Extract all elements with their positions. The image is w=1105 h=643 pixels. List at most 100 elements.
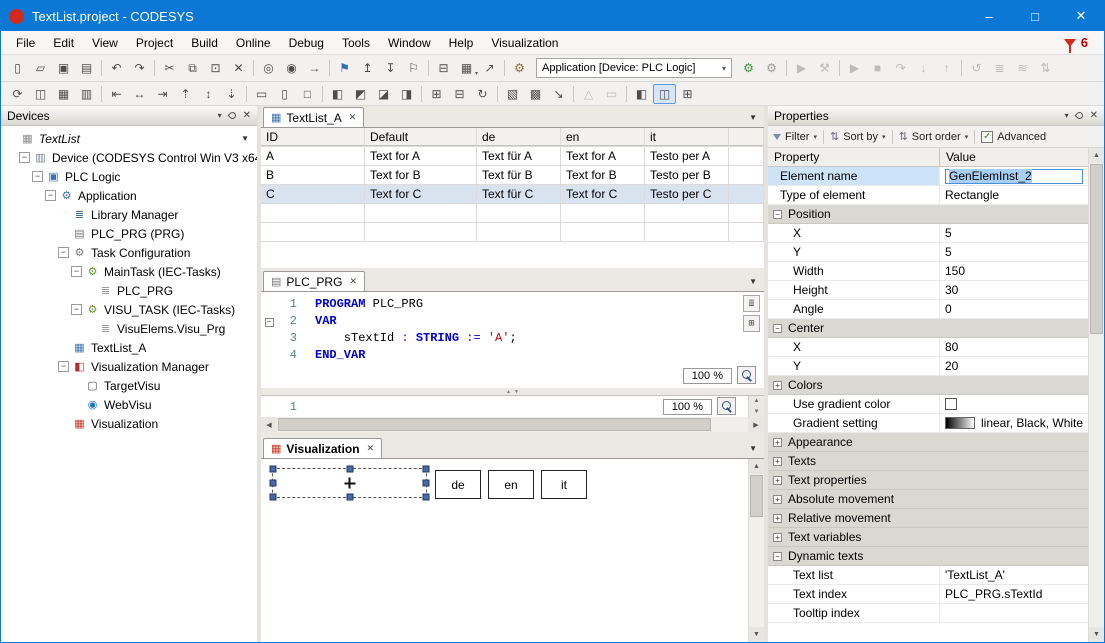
- next-bookmark-icon[interactable]: ↧: [379, 58, 402, 78]
- minimize-button[interactable]: –: [966, 1, 1012, 31]
- scroll-right-icon[interactable]: ▶: [748, 417, 764, 432]
- property-group-absolute-movement[interactable]: +Absolute movement: [768, 490, 1088, 509]
- new-project-icon[interactable]: ▯: [6, 58, 29, 78]
- redo-icon[interactable]: ↷: [128, 58, 151, 78]
- tree-item-library-manager[interactable]: ≣Library Manager: [1, 205, 257, 224]
- tab-list-caret-icon[interactable]: ▼: [749, 113, 757, 122]
- code-line-3[interactable]: 3 sTextId : STRING := 'A';: [261, 329, 764, 346]
- tab-close-icon[interactable]: ✕: [367, 443, 375, 454]
- body-editor-scrollbar[interactable]: ▲ ▼: [748, 396, 764, 417]
- selection-handle[interactable]: [270, 466, 277, 473]
- collapse-icon[interactable]: −: [773, 552, 782, 561]
- cell[interactable]: [561, 223, 645, 241]
- layout-single-icon[interactable]: ◧: [630, 84, 653, 104]
- scroll-down-icon[interactable]: ▼: [749, 407, 764, 418]
- active-application-combo[interactable]: Application [Device: PLC Logic]▾: [536, 58, 732, 78]
- textlist-row-b[interactable]: BText for BText für BText for BTesto per…: [261, 166, 764, 185]
- textlist-row-c[interactable]: CText for CText für CText for CTesto per…: [261, 185, 764, 204]
- property-value[interactable]: [940, 395, 1088, 413]
- layout-split-icon[interactable]: ◫: [653, 84, 676, 104]
- find-next-icon[interactable]: →: [303, 58, 326, 78]
- menu-file[interactable]: File: [7, 32, 44, 54]
- compile-icon[interactable]: ⚙: [737, 58, 760, 78]
- property-column-header[interactable]: Property: [768, 148, 940, 166]
- editor-horizontal-scrollbar[interactable]: ◀ ▶: [261, 417, 764, 432]
- cell[interactable]: C: [261, 185, 365, 203]
- print-icon[interactable]: ▤: [75, 58, 98, 78]
- scroll-up-icon[interactable]: ▲: [1089, 148, 1104, 163]
- advanced-label[interactable]: Advanced: [997, 131, 1046, 143]
- close-button[interactable]: ✕: [1058, 1, 1104, 31]
- filter-icon[interactable]: [773, 134, 781, 140]
- maximize-button[interactable]: □: [1012, 1, 1058, 31]
- expand-icon[interactable]: +: [773, 457, 782, 466]
- cell[interactable]: Text for A: [561, 147, 645, 165]
- property-row-gradient-setting[interactable]: Gradient settinglinear, Black, White: [768, 414, 1088, 433]
- expand-icon[interactable]: +: [773, 533, 782, 542]
- property-row-angle[interactable]: Angle0: [768, 300, 1088, 319]
- tree-item-plc-prg[interactable]: ≣PLC_PRG: [1, 281, 257, 300]
- sort-order-icon[interactable]: ⇅: [899, 130, 908, 143]
- property-value[interactable]: [940, 604, 1088, 622]
- menu-view[interactable]: View: [83, 32, 127, 54]
- scroll-up-icon[interactable]: ▲: [749, 396, 764, 407]
- property-row-y[interactable]: Y20: [768, 357, 1088, 376]
- tab-plc-prg[interactable]: ▤ PLC_PRG ✕: [263, 271, 365, 291]
- collapse-icon[interactable]: −: [58, 247, 69, 258]
- align-vertical-center-icon[interactable]: ↕: [197, 84, 220, 104]
- visualization-canvas[interactable]: deenit ▲ ▼: [261, 458, 764, 642]
- cell[interactable]: [645, 204, 729, 222]
- update-visualization-icon[interactable]: ⟳: [6, 84, 29, 104]
- tab-textlist-a[interactable]: ▦ TextList_A ✕: [263, 107, 364, 127]
- same-height-icon[interactable]: ▯: [273, 84, 296, 104]
- advanced-checkbox[interactable]: ✓: [981, 131, 993, 143]
- property-row-x[interactable]: X5: [768, 224, 1088, 243]
- selection-handle[interactable]: [423, 466, 430, 473]
- selection-handle[interactable]: [346, 466, 353, 473]
- grid-settings-icon[interactable]: ▩: [524, 84, 547, 104]
- filter-label[interactable]: Filter: [785, 131, 809, 143]
- rotation-anchor-icon[interactable]: [344, 478, 355, 489]
- scrollbar-thumb[interactable]: [750, 475, 763, 517]
- cell[interactable]: [561, 204, 645, 222]
- group-elements-icon[interactable]: ⊞: [425, 84, 448, 104]
- tabular-view-icon[interactable]: ⊞: [743, 315, 760, 332]
- hotkeys-configuration-icon[interactable]: ▥: [75, 84, 98, 104]
- insert-element-icon[interactable]: ⊟: [432, 58, 455, 78]
- find-icon[interactable]: ◎: [257, 58, 280, 78]
- fold-collapse-icon[interactable]: −: [265, 318, 274, 327]
- clear-bookmarks-icon[interactable]: ⚐: [402, 58, 425, 78]
- cell[interactable]: [645, 223, 729, 241]
- selection-handle[interactable]: [270, 494, 277, 501]
- panel-menu-caret-icon[interactable]: ▾: [218, 111, 222, 120]
- menu-project[interactable]: Project: [127, 32, 182, 54]
- tab-close-icon[interactable]: ✕: [349, 112, 357, 123]
- editor-zoom-level[interactable]: 100 %: [683, 368, 732, 384]
- cell[interactable]: Text für B: [477, 166, 561, 184]
- property-value[interactable]: linear, Black, White: [940, 414, 1088, 432]
- paste-icon[interactable]: ⊡: [204, 58, 227, 78]
- align-left-icon[interactable]: ⇤: [105, 84, 128, 104]
- selection-handle[interactable]: [423, 480, 430, 487]
- save-project-icon[interactable]: ▣: [52, 58, 75, 78]
- menu-build[interactable]: Build: [182, 32, 227, 54]
- property-row-height[interactable]: Height30: [768, 281, 1088, 300]
- tree-item-visuelems-visu-prg[interactable]: ≣VisuElems.Visu_Prg: [1, 319, 257, 338]
- code-line-1[interactable]: 1PROGRAM PLC_PRG: [261, 295, 764, 312]
- selection-handle[interactable]: [346, 494, 353, 501]
- property-group-dynamic-texts[interactable]: −Dynamic texts: [768, 547, 1088, 566]
- column-header-it[interactable]: it: [645, 128, 729, 146]
- menu-visualization[interactable]: Visualization: [482, 32, 567, 54]
- property-value[interactable]: 80: [940, 338, 1088, 356]
- cell[interactable]: B: [261, 166, 365, 184]
- scrollbar-track[interactable]: [1089, 335, 1104, 627]
- scroll-down-icon[interactable]: ▼: [1089, 627, 1104, 642]
- code-line-4[interactable]: 4END_VAR: [261, 346, 764, 363]
- interface-editor-icon[interactable]: ▦: [52, 84, 75, 104]
- cell[interactable]: [261, 204, 365, 222]
- align-horizontal-center-icon[interactable]: ↔: [128, 84, 151, 104]
- properties-vertical-scrollbar[interactable]: ▲ ▼: [1088, 148, 1104, 642]
- panel-close-icon[interactable]: ✕: [1090, 110, 1098, 121]
- cell[interactable]: Text for A: [365, 147, 477, 165]
- textlist-row-a[interactable]: AText for AText für AText for ATesto per…: [261, 147, 764, 166]
